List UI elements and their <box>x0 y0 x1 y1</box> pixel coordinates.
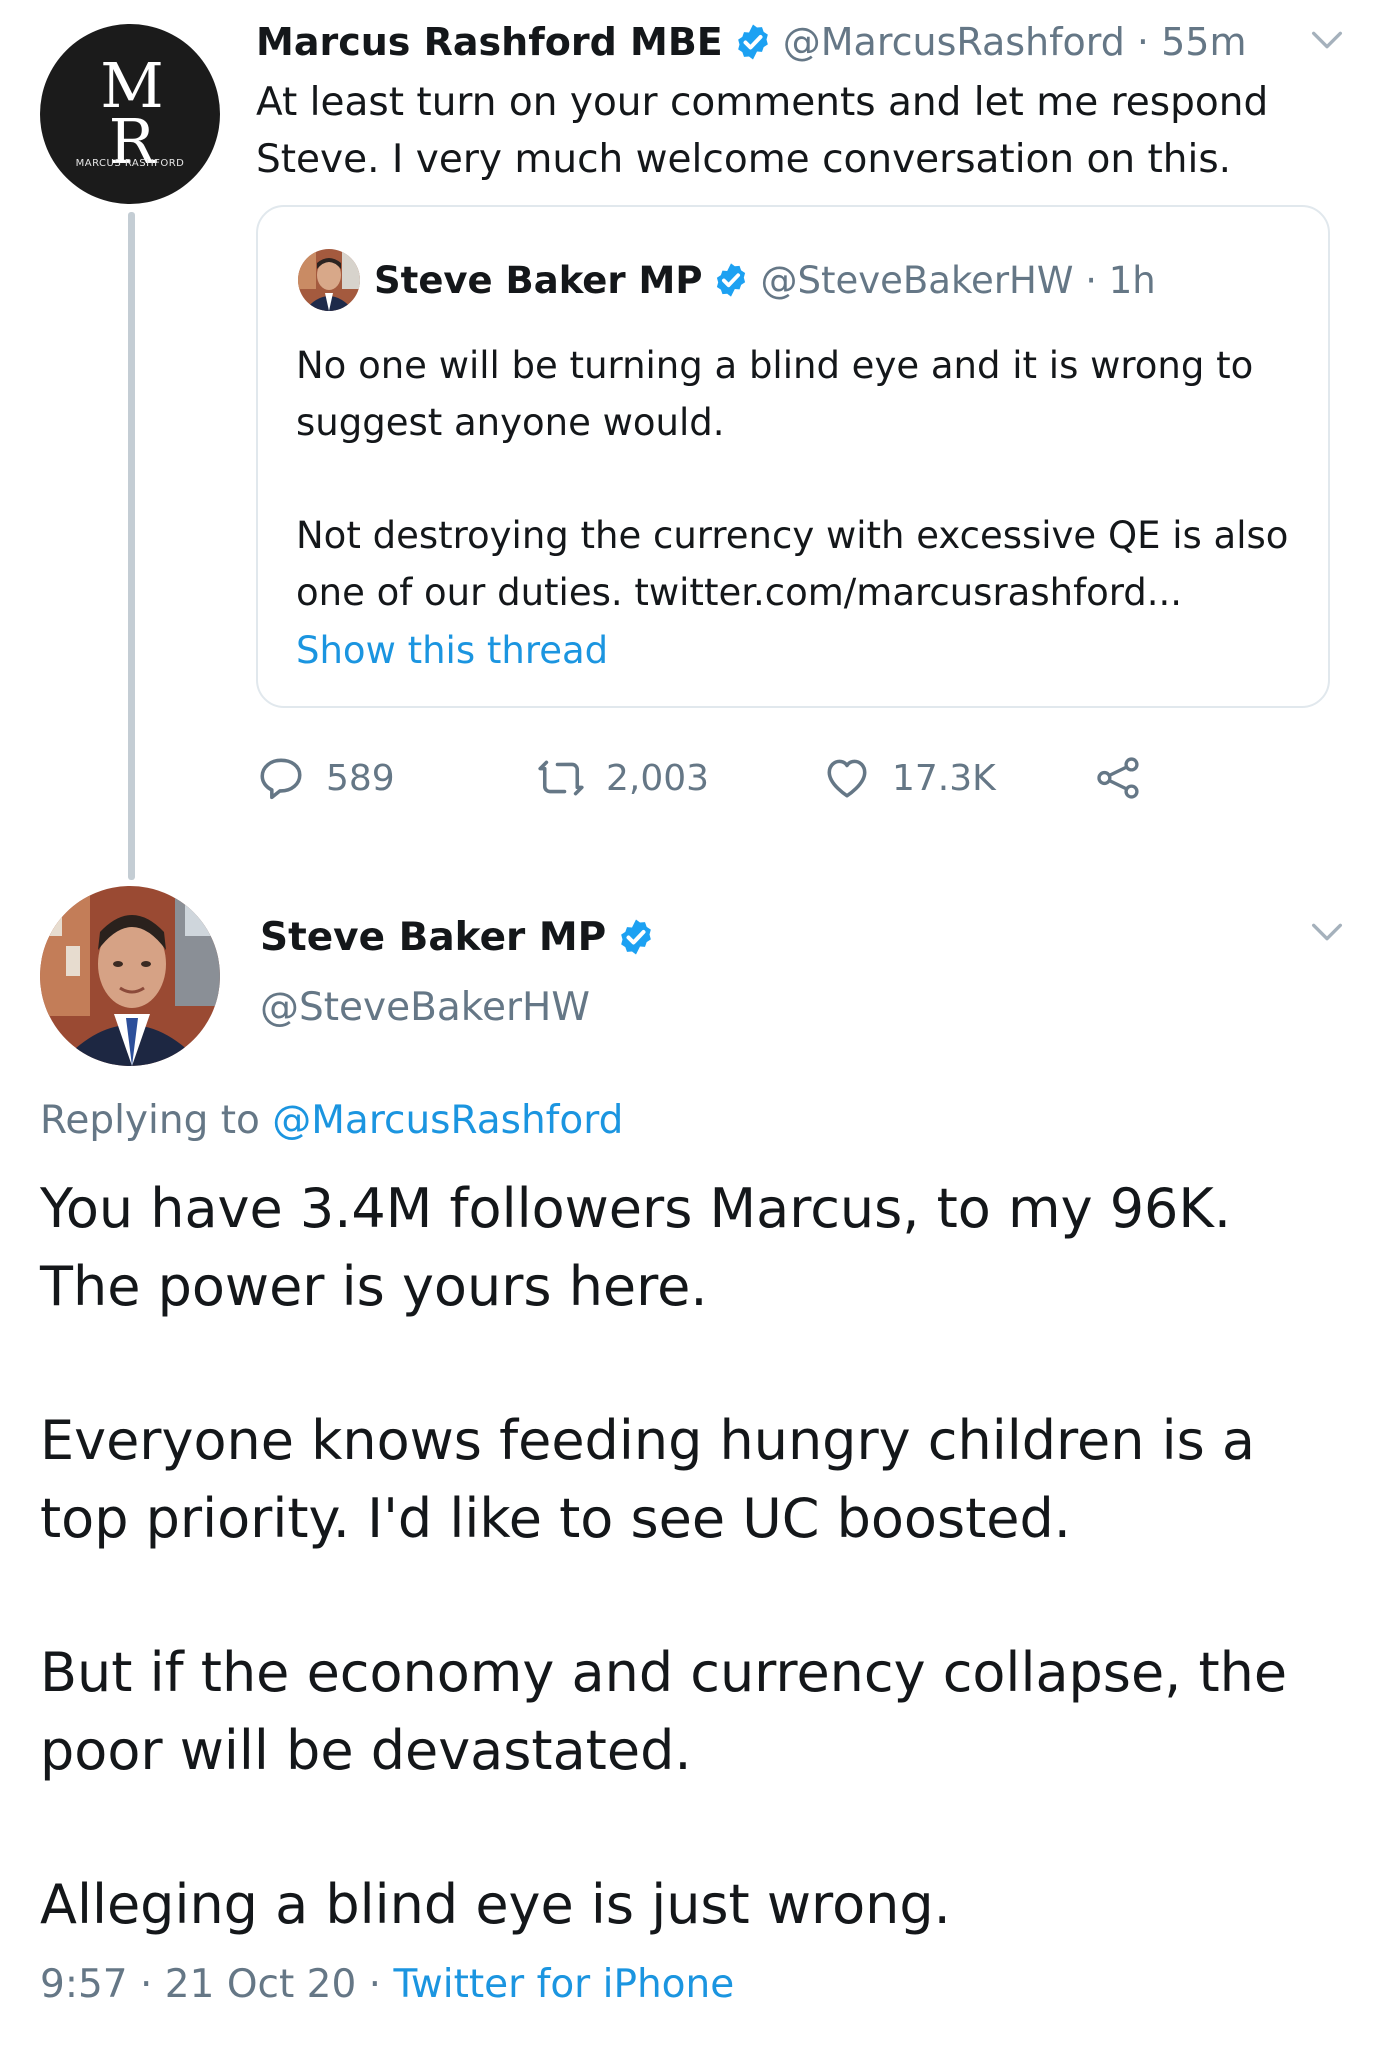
replying-to: Replying to @MarcusRashford <box>40 1098 623 1143</box>
separator-dot: · <box>127 1962 165 2007</box>
retweet-count: 2,003 <box>606 757 710 799</box>
dot: · <box>1136 20 1150 64</box>
retweet-icon <box>538 760 584 796</box>
tweet-source-link[interactable]: Twitter for iPhone <box>393 1962 734 2007</box>
author-name[interactable]: Steve Baker MP <box>260 915 606 960</box>
tweet-text: You have 3.4M followers Marcus, to my 96… <box>40 1170 1340 2020</box>
thread-connector-line <box>128 212 135 880</box>
quoted-paragraph: Not destroying the currency with excessi… <box>296 514 1289 614</box>
author-handle[interactable]: @MarcusRashford <box>783 20 1125 64</box>
author-name[interactable]: Marcus Rashford MBE <box>256 20 723 64</box>
chevron-down-icon[interactable] <box>1307 20 1347 60</box>
chevron-down-icon[interactable] <box>1307 912 1347 952</box>
reply-icon <box>260 758 302 800</box>
share-button[interactable] <box>1094 748 1144 808</box>
reply-count: 589 <box>326 757 395 799</box>
quoted-tweet-card[interactable]: Steve Baker MP @SteveBakerHW · 1h No one… <box>256 205 1330 708</box>
show-thread-link[interactable]: Show this thread <box>296 629 608 672</box>
tweet-paragraph: But if the economy and currency collapse… <box>40 1641 1288 1782</box>
replying-to-label: Replying to <box>40 1098 273 1143</box>
avatar-caption: MARCUS RASHFORD <box>75 158 185 169</box>
tweet-paragraph: Alleging a blind eye is just wrong. <box>40 1873 951 1936</box>
verified-icon <box>737 24 768 60</box>
separator-dot: · <box>1125 20 1161 64</box>
reply-button[interactable]: 589 <box>256 748 395 808</box>
quoted-avatar <box>298 249 360 311</box>
quoted-tweet-header: Steve Baker MP @SteveBakerHW · 1h <box>298 247 1156 313</box>
separator-dot: · <box>1073 259 1108 302</box>
tweet-paragraph: You have 3.4M followers Marcus, to my 96… <box>40 1177 1231 1318</box>
avatar-monogram: M R <box>40 55 220 173</box>
tweet-action-bar: 589 2,003 17.3K <box>256 748 1156 808</box>
tweet-metadata: 9:57 · 21 Oct 20 · Twitter for iPhone <box>40 1962 734 2007</box>
quoted-tweet-text: No one will be turning a blind eye and i… <box>296 337 1306 677</box>
dot: · <box>1085 258 1097 302</box>
verified-icon <box>621 919 652 955</box>
quoted-author-name[interactable]: Steve Baker MP <box>374 259 702 302</box>
verified-icon <box>717 263 746 297</box>
avatar[interactable] <box>40 886 220 1066</box>
tweet-header: Marcus Rashford MBE @MarcusRashford · 55… <box>256 16 1246 68</box>
author-handle[interactable]: @SteveBakerHW <box>260 985 590 1030</box>
like-button[interactable]: 17.3K <box>822 748 996 808</box>
share-icon <box>1097 757 1139 799</box>
retweet-button[interactable]: 2,003 <box>536 748 709 808</box>
quoted-tweet-time: 1h <box>1108 258 1156 302</box>
tweet-paragraph: Everyone knows feeding hungry children i… <box>40 1409 1255 1550</box>
heart-icon <box>827 759 867 798</box>
tweet-header: Steve Baker MP <box>260 904 666 970</box>
replying-to-link[interactable]: @MarcusRashford <box>272 1098 623 1143</box>
tweet-date[interactable]: 21 Oct 20 <box>165 1962 356 2007</box>
tweet-time[interactable]: 9:57 <box>40 1962 128 2007</box>
quoted-author-handle[interactable]: @SteveBakerHW <box>760 259 1073 302</box>
avatar[interactable]: M R MARCUS RASHFORD <box>40 24 220 204</box>
tweet-time[interactable]: 55m <box>1161 20 1246 64</box>
quoted-paragraph: No one will be turning a blind eye and i… <box>296 344 1254 444</box>
tweet-text: At least turn on your comments and let m… <box>256 80 1269 182</box>
like-count: 17.3K <box>892 757 996 799</box>
separator-dot: · <box>356 1962 394 2007</box>
